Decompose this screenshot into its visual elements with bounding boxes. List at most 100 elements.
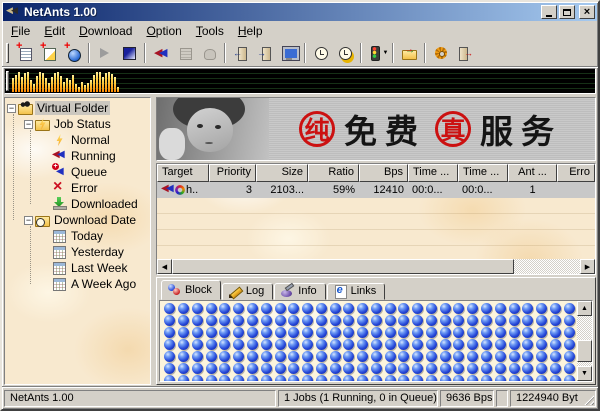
menu-item-option[interactable]: Option: [139, 23, 188, 39]
scroll-up-button[interactable]: ▲: [577, 301, 592, 316]
resume-ant-button[interactable]: [149, 41, 173, 65]
export-button[interactable]: [253, 41, 277, 65]
add-url-button[interactable]: [61, 40, 85, 65]
stop-button[interactable]: [117, 41, 141, 65]
block-sphere: [164, 339, 176, 350]
properties-button[interactable]: [173, 41, 197, 65]
tab-label: Log: [245, 285, 265, 297]
block-sphere: [260, 315, 272, 326]
menu-item-help[interactable]: Help: [231, 23, 270, 39]
tree-item-downloaded[interactable]: Downloaded: [5, 196, 150, 212]
drop-basket-button[interactable]: [397, 41, 421, 65]
tree-item-label: Today: [71, 229, 104, 243]
block-sphere: [205, 327, 217, 338]
column-header-time-5[interactable]: Time ...: [408, 164, 458, 182]
import-button[interactable]: [229, 41, 253, 65]
block-sphere: [370, 339, 382, 350]
traffic-limit-button[interactable]: ▼: [365, 41, 389, 65]
block-sphere: [370, 351, 382, 362]
tree-item-a-week-ago[interactable]: A Week Ago: [5, 276, 150, 292]
tree-item-today[interactable]: Today: [5, 228, 150, 244]
block-sphere: [563, 351, 575, 362]
tab-links[interactable]: Links: [326, 283, 386, 300]
tab-info[interactable]: Info: [274, 283, 326, 300]
vertical-scrollbar[interactable]: ▲ ▼: [577, 301, 592, 381]
play-icon: [97, 45, 113, 61]
block-sphere: [219, 315, 231, 326]
tab-log[interactable]: Log: [221, 283, 274, 300]
tree-item-last-week[interactable]: Last Week: [5, 260, 150, 276]
block-sphere: [219, 363, 231, 374]
block-sphere: [274, 303, 286, 314]
tree-item-virtual-folder[interactable]: − Virtual Folder: [5, 100, 150, 116]
history-button[interactable]: [309, 41, 333, 65]
block-sphere: [522, 315, 534, 326]
tree-item-download-date[interactable]: − Download Date: [5, 212, 150, 228]
horizontal-scrollbar[interactable]: ◀ ▶: [157, 259, 595, 274]
block-sphere: [246, 315, 258, 326]
minimize-button[interactable]: [541, 5, 557, 19]
vertical-scroll-track[interactable]: [577, 316, 592, 340]
options-button[interactable]: [429, 41, 453, 65]
block-sphere: [536, 315, 548, 326]
tree-item-running[interactable]: Running: [5, 148, 150, 164]
dropdown-arrow-icon[interactable]: ▼: [383, 50, 389, 56]
column-header-bps-4[interactable]: Bps: [359, 164, 408, 182]
block-sphere: [274, 327, 286, 338]
tree-item-yesterday[interactable]: Yesterday: [5, 244, 150, 260]
door-in-icon: [233, 45, 249, 61]
scroll-down-button[interactable]: ▼: [577, 366, 592, 381]
block-sphere: [343, 303, 355, 314]
banner-text-segment: 纯: [299, 111, 335, 147]
block-sphere: [274, 375, 286, 381]
tree-expander[interactable]: −: [24, 215, 33, 225]
scroll-right-button[interactable]: ▶: [580, 259, 595, 274]
browser-button[interactable]: [277, 41, 301, 65]
column-header-erro-8[interactable]: Erro: [557, 164, 595, 182]
tree-item-label: Downloaded: [71, 197, 138, 211]
column-header-target-0[interactable]: Target: [157, 164, 209, 182]
tree-expander[interactable]: −: [24, 119, 33, 129]
photo-fist: [159, 128, 185, 160]
tree-item-queue[interactable]: Queue: [5, 163, 150, 180]
close-button[interactable]: ×: [579, 5, 595, 19]
start-button[interactable]: [93, 41, 117, 65]
column-header-ant-7[interactable]: Ant ...: [508, 164, 557, 182]
delete-button[interactable]: [197, 41, 221, 65]
block-sphere: [246, 303, 258, 314]
block-sphere: [357, 351, 369, 362]
column-header-size-2[interactable]: Size: [256, 164, 308, 182]
schedule-button[interactable]: [333, 41, 357, 65]
block-sphere: [164, 315, 176, 326]
menu-item-download[interactable]: Download: [72, 23, 139, 39]
tree-item-error[interactable]: Error: [5, 178, 150, 196]
block-sphere: [357, 375, 369, 381]
block-sphere: [494, 339, 506, 350]
job-row[interactable]: h.. 3 2103... 59% 12410 00:0... 00:0... 1: [157, 182, 595, 198]
resize-grip[interactable]: [582, 393, 594, 405]
maximize-button[interactable]: [559, 5, 575, 19]
photo-mouth: [205, 142, 213, 144]
block-sphere: [178, 315, 190, 326]
tree-expander[interactable]: −: [7, 103, 16, 113]
tree-item-normal[interactable]: Normal: [5, 132, 150, 148]
column-header-time-6[interactable]: Time ...: [458, 164, 508, 182]
toolbar-grip[interactable]: [6, 43, 9, 63]
block-sphere: [357, 327, 369, 338]
add-batch-button[interactable]: [37, 40, 61, 65]
menu-item-file[interactable]: File: [4, 23, 37, 39]
column-header-ratio-3[interactable]: Ratio: [308, 164, 359, 182]
menu-item-edit[interactable]: Edit: [37, 23, 72, 39]
tree-item-job-status[interactable]: − Job Status: [5, 116, 150, 132]
scroll-left-button[interactable]: ◀: [157, 259, 172, 274]
tab-block[interactable]: Block: [161, 280, 221, 300]
horizontal-scroll-thumb[interactable]: [172, 259, 514, 274]
banner-ad[interactable]: 纯免费真服务: [156, 97, 596, 161]
horizontal-scroll-track[interactable]: [514, 259, 580, 274]
menu-bar: File Edit Download Option Tools Help: [2, 22, 598, 40]
vertical-scroll-thumb[interactable]: [577, 340, 592, 362]
column-header-priority-1[interactable]: Priority: [209, 164, 256, 182]
exit-button[interactable]: [453, 41, 477, 65]
add-job-button[interactable]: [13, 40, 37, 65]
menu-item-tools[interactable]: Tools: [189, 23, 231, 39]
